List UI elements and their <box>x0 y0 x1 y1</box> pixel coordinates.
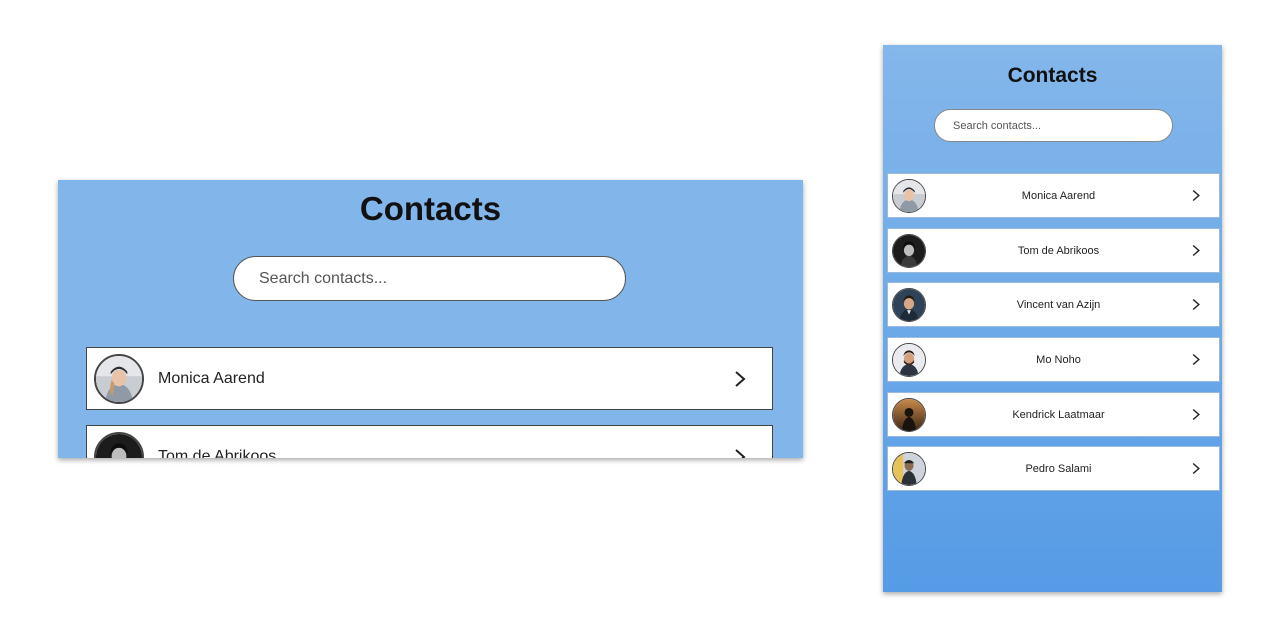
avatar <box>94 353 144 404</box>
contact-name: Pedro Salami <box>1025 462 1092 475</box>
chevron-right-icon <box>1192 353 1200 366</box>
chevron-right-icon <box>1192 408 1200 421</box>
avatar <box>892 233 926 268</box>
page-title: Contacts <box>1007 64 1098 87</box>
contact-row-pedro-salami[interactable]: Pedro Salami <box>887 446 1220 491</box>
contact-row-tom-de-abrikoos[interactable]: Tom de Abrikoos <box>86 425 773 458</box>
chevron-right-icon <box>1192 298 1200 311</box>
contact-name: Tom de Abrikoos <box>1017 244 1100 257</box>
contact-name: Mo Noho <box>1036 353 1081 366</box>
avatar <box>892 342 926 377</box>
avatar <box>892 451 926 486</box>
contact-row-monica-aarend[interactable]: Monica Aarend <box>887 173 1220 218</box>
chevron-right-icon <box>1192 462 1200 475</box>
contact-name: Kendrick Laatmaar <box>1012 408 1105 421</box>
chevron-right-icon <box>1192 244 1200 257</box>
avatar <box>94 431 144 458</box>
search-input[interactable] <box>233 256 626 301</box>
search-input[interactable] <box>934 109 1173 142</box>
page-title: Contacts <box>359 190 502 227</box>
avatar <box>892 287 926 322</box>
contact-row-kendrick-laatmaar[interactable]: Kendrick Laatmaar <box>887 392 1220 437</box>
contact-row-monica-aarend[interactable]: Monica Aarend <box>86 347 773 410</box>
contact-name: Vincent van Azijn <box>1016 298 1101 311</box>
contact-name: Tom de Abrikoos <box>158 447 277 459</box>
chevron-right-icon <box>735 370 746 387</box>
desktop-screen: Contacts Monica Aarend <box>58 180 803 458</box>
contact-name: Monica Aarend <box>158 369 265 387</box>
contact-row-tom-de-abrikoos[interactable]: Tom de Abrikoos <box>887 228 1220 273</box>
chevron-right-icon <box>735 448 746 458</box>
avatar <box>892 397 926 432</box>
avatar <box>892 178 926 213</box>
mobile-screen: Contacts Monica Aarend Tom de Ab <box>883 45 1222 592</box>
contact-row-vincent-van-azijn[interactable]: Vincent van Azijn <box>887 282 1220 327</box>
contact-name: Monica Aarend <box>1021 189 1096 202</box>
chevron-right-icon <box>1192 189 1200 202</box>
contact-row-mo-noho[interactable]: Mo Noho <box>887 337 1220 382</box>
